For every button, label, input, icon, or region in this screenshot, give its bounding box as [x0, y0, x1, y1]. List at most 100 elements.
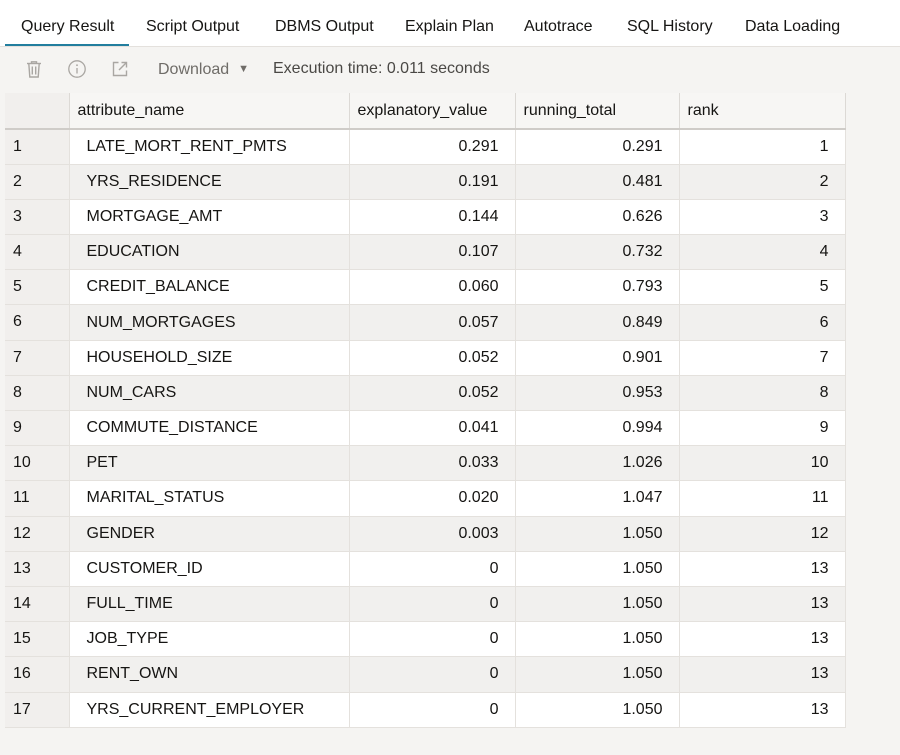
- column-header-rank[interactable]: rank: [679, 93, 846, 130]
- cell-attribute-name[interactable]: NUM_MORTGAGES: [69, 304, 350, 341]
- cell-attribute-name[interactable]: NUM_CARS: [69, 375, 350, 412]
- cell-attribute-name[interactable]: RENT_OWN: [69, 656, 350, 693]
- row-number[interactable]: 13: [5, 551, 70, 587]
- cell-running-total[interactable]: 1.050: [515, 621, 680, 658]
- cell-attribute-name[interactable]: PET: [69, 445, 350, 482]
- cell-running-total[interactable]: 1.047: [515, 480, 680, 517]
- cell-explanatory-value[interactable]: 0.020: [349, 480, 516, 517]
- cell-rank[interactable]: 11: [679, 480, 846, 517]
- cell-rank[interactable]: 10: [679, 445, 846, 482]
- table-row[interactable]: 13 CUSTOMER_ID 0 1.050 13: [5, 551, 846, 587]
- cell-rank[interactable]: 13: [679, 692, 846, 728]
- cell-explanatory-value[interactable]: 0.291: [349, 129, 516, 165]
- row-number[interactable]: 1: [5, 129, 70, 165]
- cell-running-total[interactable]: 1.050: [515, 551, 680, 587]
- row-number[interactable]: 5: [5, 269, 70, 306]
- table-row[interactable]: 14 FULL_TIME 0 1.050 13: [5, 586, 846, 623]
- cell-explanatory-value[interactable]: 0.052: [349, 340, 516, 376]
- row-number[interactable]: 12: [5, 516, 70, 552]
- cell-running-total[interactable]: 0.793: [515, 269, 680, 306]
- cell-rank[interactable]: 1: [679, 129, 846, 165]
- tab-sql-history[interactable]: SQL History: [627, 0, 713, 46]
- tab-dbms-output[interactable]: DBMS Output: [275, 0, 374, 46]
- tab-autotrace[interactable]: Autotrace: [524, 0, 592, 46]
- cell-explanatory-value[interactable]: 0.057: [349, 304, 516, 341]
- cell-attribute-name[interactable]: GENDER: [69, 516, 350, 552]
- cell-explanatory-value[interactable]: 0.041: [349, 410, 516, 447]
- table-row[interactable]: 6 NUM_MORTGAGES 0.057 0.849 6: [5, 304, 846, 341]
- cell-running-total[interactable]: 1.050: [515, 516, 680, 552]
- cell-explanatory-value[interactable]: 0: [349, 656, 516, 693]
- cell-attribute-name[interactable]: HOUSEHOLD_SIZE: [69, 340, 350, 376]
- cell-attribute-name[interactable]: JOB_TYPE: [69, 621, 350, 658]
- row-number[interactable]: 10: [5, 445, 70, 482]
- cell-rank[interactable]: 13: [679, 656, 846, 693]
- row-number[interactable]: 4: [5, 234, 70, 271]
- cell-explanatory-value[interactable]: 0: [349, 692, 516, 728]
- cell-running-total[interactable]: 0.291: [515, 129, 680, 165]
- table-row[interactable]: 4 EDUCATION 0.107 0.732 4: [5, 234, 846, 271]
- row-number[interactable]: 2: [5, 164, 70, 200]
- cell-rank[interactable]: 5: [679, 269, 846, 306]
- row-number[interactable]: 3: [5, 199, 70, 236]
- cell-attribute-name[interactable]: EDUCATION: [69, 234, 350, 271]
- column-header-running-total[interactable]: running_total: [515, 93, 680, 130]
- cell-attribute-name[interactable]: FULL_TIME: [69, 586, 350, 623]
- table-row[interactable]: 2 YRS_RESIDENCE 0.191 0.481 2: [5, 164, 846, 200]
- table-row[interactable]: 1 LATE_MORT_RENT_PMTS 0.291 0.291 1: [5, 129, 846, 165]
- cell-attribute-name[interactable]: MORTGAGE_AMT: [69, 199, 350, 236]
- trash-icon[interactable]: [24, 59, 44, 79]
- cell-explanatory-value[interactable]: 0: [349, 551, 516, 587]
- cell-explanatory-value[interactable]: 0.107: [349, 234, 516, 271]
- table-row[interactable]: 17 YRS_CURRENT_EMPLOYER 0 1.050 13: [5, 692, 846, 728]
- cell-running-total[interactable]: 0.994: [515, 410, 680, 447]
- cell-attribute-name[interactable]: COMMUTE_DISTANCE: [69, 410, 350, 447]
- cell-rank[interactable]: 13: [679, 586, 846, 623]
- cell-running-total[interactable]: 1.050: [515, 656, 680, 693]
- table-row[interactable]: 11 MARITAL_STATUS 0.020 1.047 11: [5, 480, 846, 517]
- cell-rank[interactable]: 3: [679, 199, 846, 236]
- table-row[interactable]: 7 HOUSEHOLD_SIZE 0.052 0.901 7: [5, 340, 846, 376]
- table-row[interactable]: 3 MORTGAGE_AMT 0.144 0.626 3: [5, 199, 846, 236]
- table-row[interactable]: 15 JOB_TYPE 0 1.050 13: [5, 621, 846, 658]
- tab-data-loading[interactable]: Data Loading: [745, 0, 840, 46]
- row-number[interactable]: 6: [5, 304, 70, 341]
- table-row[interactable]: 16 RENT_OWN 0 1.050 13: [5, 656, 846, 693]
- table-row[interactable]: 5 CREDIT_BALANCE 0.060 0.793 5: [5, 269, 846, 306]
- cell-explanatory-value[interactable]: 0.060: [349, 269, 516, 306]
- row-number[interactable]: 9: [5, 410, 70, 447]
- cell-rank[interactable]: 13: [679, 551, 846, 587]
- cell-attribute-name[interactable]: CUSTOMER_ID: [69, 551, 350, 587]
- cell-running-total[interactable]: 0.953: [515, 375, 680, 412]
- cell-explanatory-value[interactable]: 0.191: [349, 164, 516, 200]
- row-number[interactable]: 7: [5, 340, 70, 376]
- cell-attribute-name[interactable]: LATE_MORT_RENT_PMTS: [69, 129, 350, 165]
- cell-rank[interactable]: 2: [679, 164, 846, 200]
- tab-explain-plan[interactable]: Explain Plan: [405, 0, 494, 46]
- cell-attribute-name[interactable]: MARITAL_STATUS: [69, 480, 350, 517]
- cell-running-total[interactable]: 1.026: [515, 445, 680, 482]
- cell-running-total[interactable]: 1.050: [515, 586, 680, 623]
- cell-explanatory-value[interactable]: 0.033: [349, 445, 516, 482]
- row-number[interactable]: 14: [5, 586, 70, 623]
- cell-explanatory-value[interactable]: 0: [349, 586, 516, 623]
- cell-rank[interactable]: 8: [679, 375, 846, 412]
- row-number[interactable]: 15: [5, 621, 70, 658]
- table-row[interactable]: 9 COMMUTE_DISTANCE 0.041 0.994 9: [5, 410, 846, 447]
- row-number[interactable]: 17: [5, 692, 70, 728]
- cell-attribute-name[interactable]: CREDIT_BALANCE: [69, 269, 350, 306]
- cell-attribute-name[interactable]: YRS_RESIDENCE: [69, 164, 350, 200]
- table-row[interactable]: 8 NUM_CARS 0.052 0.953 8: [5, 375, 846, 412]
- cell-running-total[interactable]: 0.481: [515, 164, 680, 200]
- cell-rank[interactable]: 13: [679, 621, 846, 658]
- cell-running-total[interactable]: 1.050: [515, 692, 680, 728]
- cell-rank[interactable]: 9: [679, 410, 846, 447]
- cell-explanatory-value[interactable]: 0: [349, 621, 516, 658]
- tab-query-result[interactable]: Query Result: [5, 0, 129, 46]
- table-row[interactable]: 12 GENDER 0.003 1.050 12: [5, 516, 846, 552]
- cell-running-total[interactable]: 0.849: [515, 304, 680, 341]
- cell-rank[interactable]: 12: [679, 516, 846, 552]
- cell-explanatory-value[interactable]: 0.003: [349, 516, 516, 552]
- cell-rank[interactable]: 7: [679, 340, 846, 376]
- row-number[interactable]: 16: [5, 656, 70, 693]
